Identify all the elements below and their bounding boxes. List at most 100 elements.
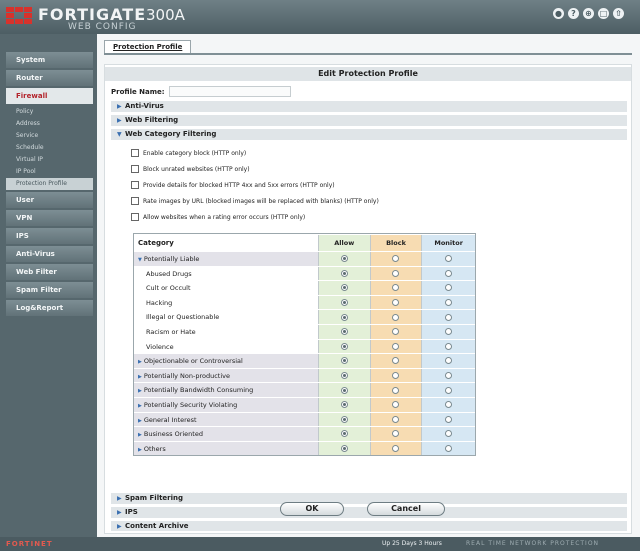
block-radio[interactable] — [392, 445, 400, 453]
expand-triangle-icon[interactable]: ▶ — [138, 403, 142, 409]
monitor-radio[interactable] — [445, 313, 453, 321]
monitor-radio[interactable] — [445, 386, 453, 394]
category-group-name[interactable]: ▼ Potentially Liable — [134, 252, 319, 266]
sidebar-item-spam-filter[interactable]: Spam Filter — [6, 282, 93, 298]
monitor-radio[interactable] — [445, 255, 453, 263]
sidebar-item-log-report[interactable]: Log&Report — [6, 300, 93, 316]
allow-radio[interactable] — [340, 415, 348, 423]
option-block-unrated[interactable]: Block unrated websites (HTTP only) — [131, 165, 250, 173]
monitor-radio[interactable] — [445, 269, 453, 277]
allow-radio[interactable] — [340, 386, 348, 394]
sidebar-sub-virtual-ip[interactable]: Virtual IP — [6, 154, 93, 166]
allow-radio[interactable] — [340, 284, 348, 292]
option-enable-category-block[interactable]: Enable category block (HTTP only) — [131, 149, 246, 157]
expand-triangle-icon[interactable]: ▶ — [138, 447, 142, 453]
section-web-category-filtering[interactable]: ▼ Web Category Filtering — [111, 129, 627, 140]
allow-radio[interactable] — [340, 269, 348, 277]
checkbox[interactable] — [131, 149, 139, 157]
sidebar-sub-protection-profile[interactable]: Protection Profile — [6, 178, 93, 190]
block-radio[interactable] — [392, 357, 400, 365]
expand-triangle-icon[interactable]: ▶ — [138, 359, 142, 365]
sidebar-item-router[interactable]: Router — [6, 70, 93, 86]
sidebar-sub-address[interactable]: Address — [6, 118, 93, 130]
allow-radio[interactable] — [340, 313, 348, 321]
block-radio[interactable] — [392, 313, 400, 321]
category-group-name[interactable]: ▶ Objectionable or Controversial — [134, 354, 319, 368]
wizard-icon[interactable]: ● — [553, 8, 564, 19]
cancel-button[interactable]: Cancel — [367, 502, 445, 516]
block-radio[interactable] — [392, 372, 400, 380]
monitor-radio[interactable] — [445, 401, 453, 409]
block-radio[interactable] — [392, 415, 400, 423]
monitor-radio[interactable] — [445, 430, 453, 438]
checkbox[interactable] — [131, 213, 139, 221]
option-allow-rating-error[interactable]: Allow websites when a rating error occur… — [131, 213, 305, 221]
category-group-name[interactable]: ▶ Potentially Non-productive — [134, 368, 319, 383]
section-content-archive[interactable]: ▶ Content Archive — [111, 521, 627, 531]
allow-radio[interactable] — [340, 357, 348, 365]
sidebar-item-anti-virus[interactable]: Anti-Virus — [6, 246, 93, 262]
sidebar-item-user[interactable]: User — [6, 192, 93, 208]
sidebar-sub-service[interactable]: Service — [6, 130, 93, 142]
checkbox[interactable] — [131, 165, 139, 173]
category-group-name[interactable]: ▶ Potentially Security Violating — [134, 397, 319, 412]
category-group-name[interactable]: ▶ Potentially Bandwidth Consuming — [134, 383, 319, 397]
monitor-radio[interactable] — [445, 357, 453, 365]
monitor-radio[interactable] — [445, 299, 453, 307]
option-provide-details[interactable]: Provide details for blocked HTTP 4xx and… — [131, 181, 335, 189]
monitor-radio[interactable] — [445, 342, 453, 350]
block-radio[interactable] — [392, 269, 400, 277]
allow-radio[interactable] — [340, 328, 348, 336]
section-web-filtering[interactable]: ▶ Web Filtering — [111, 115, 627, 126]
category-group-name[interactable]: ▶ Business Oriented — [134, 427, 319, 441]
block-radio[interactable] — [392, 386, 400, 394]
profile-name-input[interactable] — [168, 86, 291, 97]
sidebar-sub-ip-pool[interactable]: IP Pool — [6, 166, 93, 178]
allow-radio[interactable] — [340, 372, 348, 380]
checkbox[interactable] — [131, 181, 139, 189]
allow-radio[interactable] — [340, 430, 348, 438]
allow-radio[interactable] — [340, 299, 348, 307]
sidebar-sub-policy[interactable]: Policy — [6, 106, 93, 118]
block-radio[interactable] — [392, 401, 400, 409]
refresh-icon[interactable]: □ — [598, 8, 609, 19]
expand-triangle-icon[interactable]: ▶ — [138, 418, 142, 424]
block-radio[interactable] — [392, 342, 400, 350]
checkbox[interactable] — [131, 197, 139, 205]
console-icon[interactable]: ⊕ — [583, 8, 594, 19]
allow-radio[interactable] — [340, 342, 348, 350]
monitor-radio[interactable] — [445, 445, 453, 453]
monitor-radio[interactable] — [445, 328, 453, 336]
option-rate-images[interactable]: Rate images by URL (blocked images will … — [131, 197, 379, 205]
category-group-name[interactable]: ▶ General Interest — [134, 412, 319, 427]
block-radio[interactable] — [392, 430, 400, 438]
sidebar-sub-schedule[interactable]: Schedule — [6, 142, 93, 154]
collapse-triangle-icon[interactable]: ▼ — [138, 257, 142, 263]
sidebar-item-system[interactable]: System — [6, 52, 93, 68]
category-name: Cult or Occult — [134, 281, 319, 295]
monitor-radio[interactable] — [445, 415, 453, 423]
block-radio[interactable] — [392, 328, 400, 336]
help-icon[interactable]: ? — [568, 8, 579, 19]
block-radio[interactable] — [392, 255, 400, 263]
monitor-radio[interactable] — [445, 372, 453, 380]
category-group-name[interactable]: ▶ Others — [134, 441, 319, 456]
expand-triangle-icon[interactable]: ▶ — [138, 374, 142, 380]
monitor-cell — [422, 339, 475, 354]
sidebar-item-vpn[interactable]: VPN — [6, 210, 93, 226]
expand-triangle-icon[interactable]: ▶ — [138, 388, 142, 394]
expand-triangle-icon[interactable]: ▶ — [138, 432, 142, 438]
allow-radio[interactable] — [340, 255, 348, 263]
sidebar-item-ips[interactable]: IPS — [6, 228, 93, 244]
allow-radio[interactable] — [340, 401, 348, 409]
section-anti-virus[interactable]: ▶ Anti-Virus — [111, 101, 627, 112]
block-radio[interactable] — [392, 299, 400, 307]
sidebar-item-web-filter[interactable]: Web Filter — [6, 264, 93, 280]
tab-protection-profile[interactable]: Protection Profile — [104, 40, 192, 53]
monitor-radio[interactable] — [445, 284, 453, 292]
ok-button[interactable]: OK — [280, 502, 344, 516]
sidebar-item-firewall[interactable]: Firewall — [6, 88, 93, 104]
block-radio[interactable] — [392, 284, 400, 292]
allow-radio[interactable] — [340, 445, 348, 453]
logout-icon[interactable]: ⇧ — [613, 8, 624, 19]
